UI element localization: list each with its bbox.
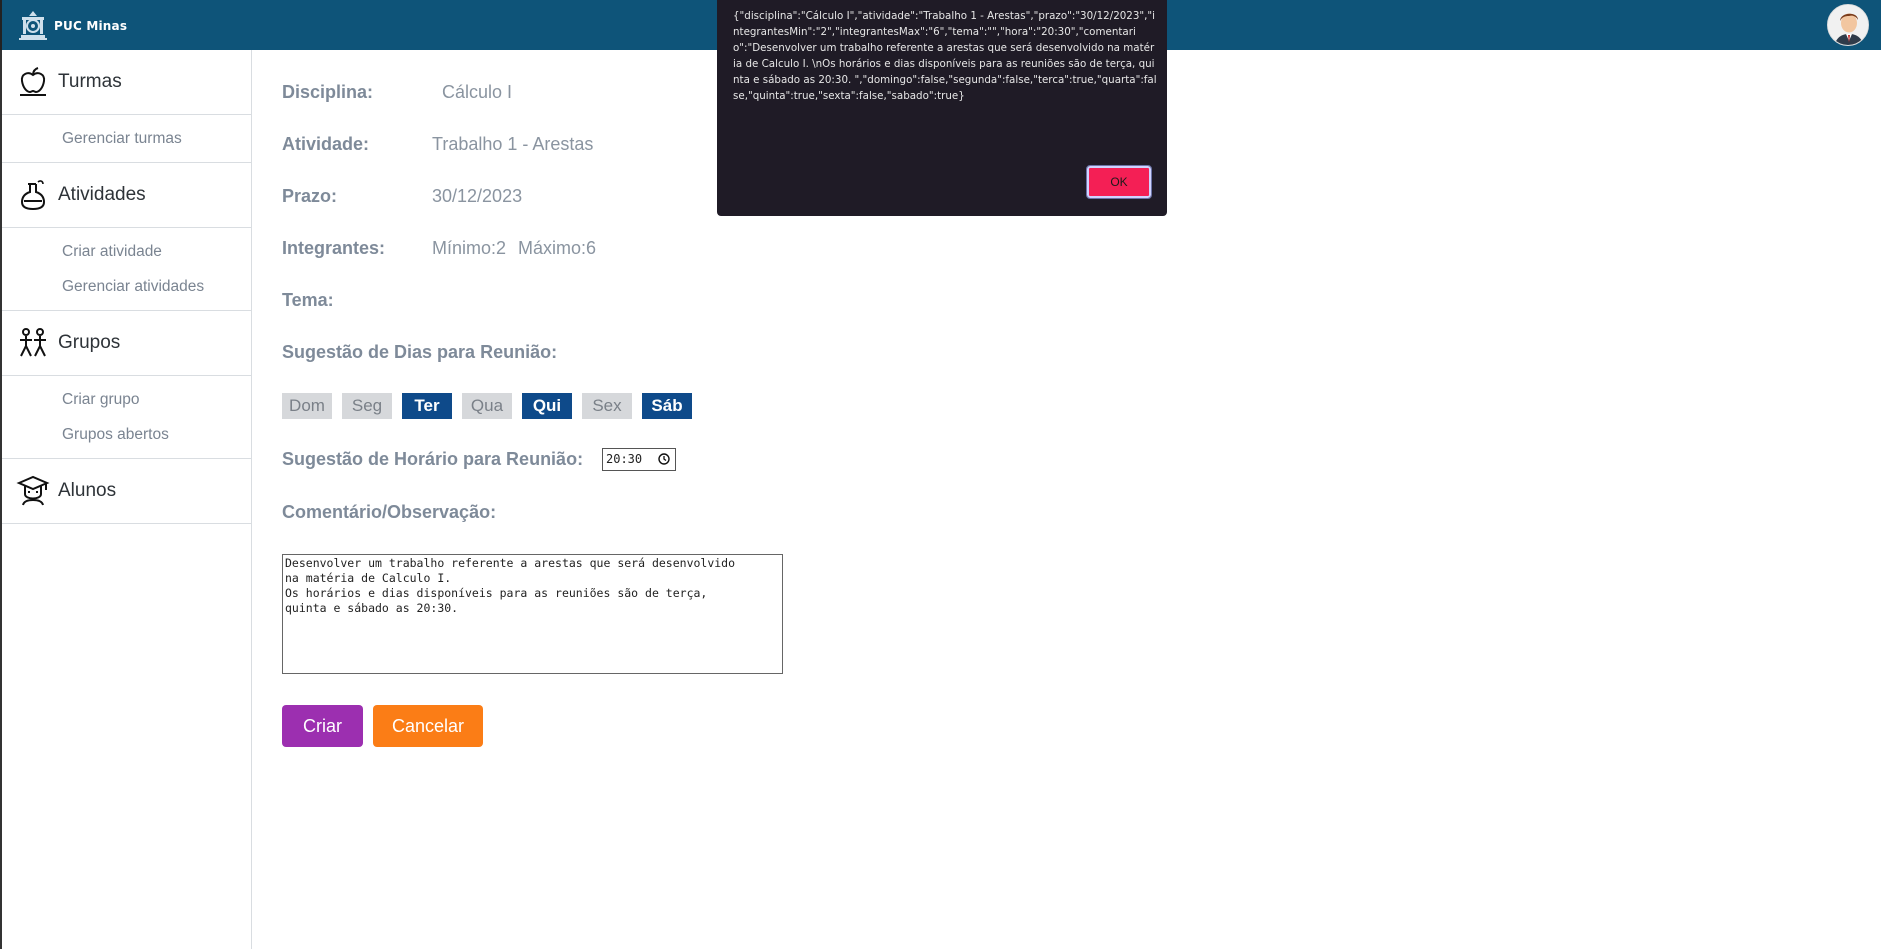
criar-button[interactable]: Criar [282,705,363,747]
dias-label: Sugestão de Dias para Reunião: [282,342,558,362]
day-qui[interactable]: Qui [522,393,572,419]
sidebar-submenu-turmas: Gerenciar turmas [2,114,251,162]
clock-icon[interactable] [658,453,670,465]
sidebar-section-grupos: Grupos Criar grupo Grupos abertos [2,311,251,459]
day-sex[interactable]: Sex [582,393,632,419]
day-selector: Dom Seg Ter Qua Qui Sex Sáb [282,393,692,419]
comment-textarea[interactable]: Desenvolver um trabalho referente a ares… [282,554,783,674]
sidebar-label-atividades: Atividades [58,184,146,205]
alert-dialog: {"disciplina":"Cálculo I","atividade":"T… [717,0,1167,216]
sidebar-label-alunos: Alunos [58,480,117,501]
prazo-value: 30/12/2023 [432,186,523,206]
sidebar-label-grupos: Grupos [58,332,121,353]
horario-label: Sugestão de Horário para Reunião: [282,449,584,469]
integrantes-label: Integrantes: [282,238,386,258]
sidebar-item-gerenciar-atividades[interactable]: Gerenciar atividades [2,269,251,304]
day-seg[interactable]: Seg [342,393,392,419]
sidebar-item-criar-grupo[interactable]: Criar grupo [2,382,251,417]
brand[interactable]: PUC Minas [16,9,127,43]
sidebar-section-alunos: Alunos [2,459,251,524]
tema-label: Tema: [282,290,334,310]
disciplina-label: Disciplina: [282,82,374,102]
sidebar-item-turmas[interactable]: Turmas [2,50,251,114]
day-dom[interactable]: Dom [282,393,332,419]
day-qua[interactable]: Qua [462,393,512,419]
day-sab[interactable]: Sáb [642,393,692,419]
sidebar-label-turmas: Turmas [58,71,122,92]
group-icon [20,328,46,357]
time-input[interactable]: 20:30 [602,448,676,471]
sidebar-item-gerenciar-turmas[interactable]: Gerenciar turmas [2,121,251,156]
sidebar-item-criar-atividade[interactable]: Criar atividade [2,234,251,269]
integrantes-min: Mínimo:2 [432,238,507,258]
prazo-label: Prazo: [282,186,338,206]
sidebar-item-alunos[interactable]: Alunos [2,459,251,523]
sidebar-item-atividades[interactable]: Atividades [2,163,251,227]
avatar-icon [1828,5,1868,45]
sidebar: Turmas Gerenciar turmas Atividades Criar… [0,50,252,949]
comentario-label: Comentário/Observação: [282,502,497,522]
disciplina-value: Cálculo I [442,82,513,102]
sidebar-submenu-grupos: Criar grupo Grupos abertos [2,375,251,458]
time-value: 20:30 [606,452,643,466]
sidebar-submenu-atividades: Criar atividade Gerenciar atividades [2,227,251,310]
sidebar-item-grupos-abertos[interactable]: Grupos abertos [2,417,251,452]
puc-minas-crest-icon [19,11,47,40]
sidebar-section-atividades: Atividades Criar atividade Gerenciar ati… [2,163,251,311]
day-ter[interactable]: Ter [402,393,452,419]
sidebar-section-turmas: Turmas Gerenciar turmas [2,50,251,163]
integrantes-max: Máximo:6 [518,238,597,258]
ok-button[interactable]: OK [1086,165,1152,199]
brand-name: PUC Minas [54,19,128,33]
sidebar-item-grupos[interactable]: Grupos [2,311,251,375]
user-avatar[interactable] [1827,4,1869,46]
flask-icon [20,180,46,211]
cancelar-button[interactable]: Cancelar [373,705,483,747]
atividade-label: Atividade: [282,134,370,154]
alert-message: {"disciplina":"Cálculo I","atividade":"T… [733,10,1157,102]
apple-icon [20,67,46,96]
atividade-value: Trabalho 1 - Arestas [432,134,594,154]
graduate-icon [16,475,50,506]
